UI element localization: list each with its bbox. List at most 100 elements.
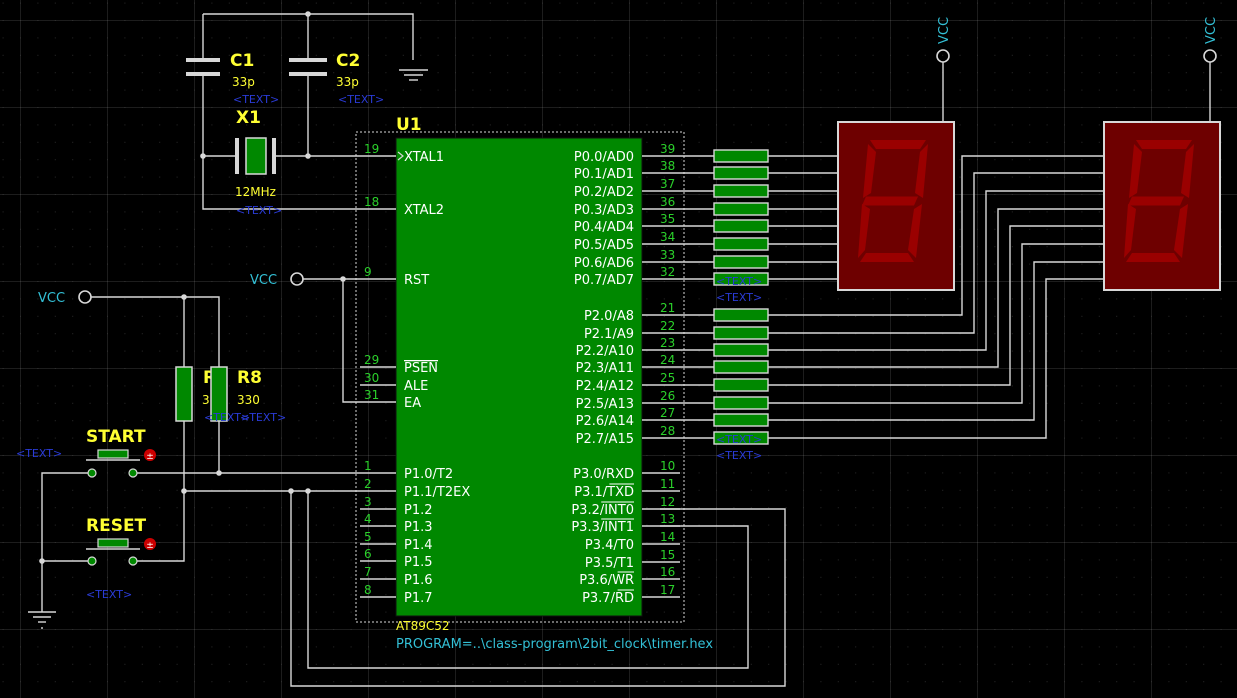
pin-name: P0.5/AD5 [574, 238, 634, 253]
schematic-canvas: C1 33p <TEXT> C2 33p <TEXT> X1 12MHz <TE… [0, 0, 1237, 698]
pin-number: 33 [660, 248, 675, 262]
mcu-ref: U1 [396, 115, 422, 135]
pin-name: P0.3/AD3 [574, 203, 634, 218]
pin-number: 38 [660, 159, 675, 173]
pin-number: 24 [660, 353, 675, 367]
vcc-label-display-1: VCC [937, 17, 952, 44]
pin-number: 26 [660, 389, 675, 403]
c2-value: 33p [336, 75, 359, 89]
pin-name: P0.2/AD2 [574, 185, 634, 200]
pin-name: P2.2/A10 [576, 344, 634, 359]
c2-placeholder: <TEXT> [338, 93, 384, 106]
pin-number: 29 [364, 353, 379, 367]
pin-name: P1.7 [404, 591, 433, 606]
pin-name: XTAL1 [404, 150, 444, 165]
reset-placeholder: <TEXT> [86, 588, 132, 601]
pin-name: RST [404, 273, 429, 288]
pin-number: 9 [364, 265, 372, 279]
start-ref: START [86, 427, 146, 447]
pin-name: P3.2/INT0 [571, 503, 634, 518]
pin-name: P1.1/T2EX [404, 485, 470, 500]
pin-name: P0.4/AD4 [574, 220, 634, 235]
pin-name: P1.2 [404, 503, 433, 518]
reset-ref: RESET [86, 516, 147, 536]
pin-number: 22 [660, 319, 675, 333]
pin-number: 36 [660, 195, 675, 209]
mcu-program: PROGRAM=..\class-program\2bit_clock\time… [396, 637, 713, 652]
pin-number: 6 [364, 547, 372, 561]
pin-number: 18 [364, 195, 379, 209]
pin-name: P2.3/A11 [576, 361, 634, 376]
pin-number: 27 [660, 406, 675, 420]
pin-name: P2.6/A14 [576, 414, 634, 429]
pin-name: P1.6 [404, 573, 433, 588]
pin-number: 10 [660, 459, 675, 473]
pin-number: 31 [364, 388, 379, 402]
svg-text:±: ± [146, 541, 154, 551]
seven-segment-display-1[interactable] [837, 121, 955, 291]
pin-name: P3.0/RXD [573, 467, 634, 482]
pin-name: P2.7/A15 [576, 432, 634, 447]
pin-number: 13 [660, 512, 675, 526]
x1-placeholder: <TEXT> [236, 204, 282, 217]
pack2-placeholder-2: <TEXT> [716, 449, 762, 462]
pin-number: 21 [660, 301, 675, 315]
pin-number: 4 [364, 512, 372, 526]
pin-name: P1.5 [404, 555, 433, 570]
pin-number: 28 [660, 424, 675, 438]
resistor-r9[interactable] [175, 366, 193, 422]
pin-name: XTAL2 [404, 203, 444, 218]
pin-name: P2.0/A8 [584, 309, 634, 324]
pin-name: P3.3/INT1 [571, 520, 634, 535]
pin-number: 37 [660, 177, 675, 191]
pack1-placeholder-2: <TEXT> [716, 291, 762, 304]
x1-value: 12MHz [235, 185, 276, 199]
pin-name: P0.1/AD1 [574, 167, 634, 182]
pin-name: EA [404, 396, 421, 411]
pin-number: 35 [660, 212, 675, 226]
pin-number: 3 [364, 495, 372, 509]
start-placeholder: <TEXT> [16, 447, 62, 460]
pin-number: 23 [660, 336, 675, 350]
pin-number: 25 [660, 371, 675, 385]
pin-number: 19 [364, 142, 379, 156]
pin-number: 5 [364, 530, 372, 544]
pin-number: 7 [364, 565, 372, 579]
c1-value: 33p [232, 75, 255, 89]
pin-number: 30 [364, 371, 379, 385]
pin-name: P3.4/T0 [585, 538, 634, 553]
pin-number: 14 [660, 530, 675, 544]
pin-name: PSEN [404, 361, 438, 376]
seven-segment-display-2[interactable] [1103, 121, 1221, 291]
pin-name: P2.5/A13 [576, 397, 634, 412]
pin-number: 32 [660, 265, 675, 279]
pin-number: 12 [660, 495, 675, 509]
pin-name: P0.7/AD7 [574, 273, 634, 288]
c1-placeholder: <TEXT> [233, 93, 279, 106]
pack2-placeholder-1: <TEXT> [716, 433, 762, 446]
pin-number: 15 [660, 548, 675, 562]
pin-name: P1.4 [404, 538, 433, 553]
pack1-placeholder-1: <TEXT> [716, 275, 762, 288]
vcc-label-rst: VCC [250, 273, 277, 288]
c1-ref: C1 [230, 51, 254, 71]
pin-name: P2.4/A12 [576, 379, 634, 394]
mcu-part: AT89C52 [396, 619, 450, 633]
r8-placeholder: <TEXT> [240, 411, 286, 424]
pin-name: P3.6/WR [579, 573, 634, 588]
pin-name: P1.3 [404, 520, 433, 535]
pin-name: ALE [404, 379, 428, 394]
pin-name: P0.6/AD6 [574, 256, 634, 271]
vcc-label-display-2: VCC [1204, 17, 1219, 44]
pin-number: 11 [660, 477, 675, 491]
pin-number: 8 [364, 583, 372, 597]
pin-name: P0.0/AD0 [574, 150, 634, 165]
c2-ref: C2 [336, 51, 360, 71]
x1-ref: X1 [236, 108, 261, 128]
r8-value: 330 [237, 393, 260, 407]
pin-number: 1 [364, 459, 372, 473]
pin-number: 2 [364, 477, 372, 491]
pin-name: P3.5/T1 [585, 556, 634, 571]
vcc-label-left: VCC [38, 291, 65, 306]
pin-number: 17 [660, 583, 675, 597]
